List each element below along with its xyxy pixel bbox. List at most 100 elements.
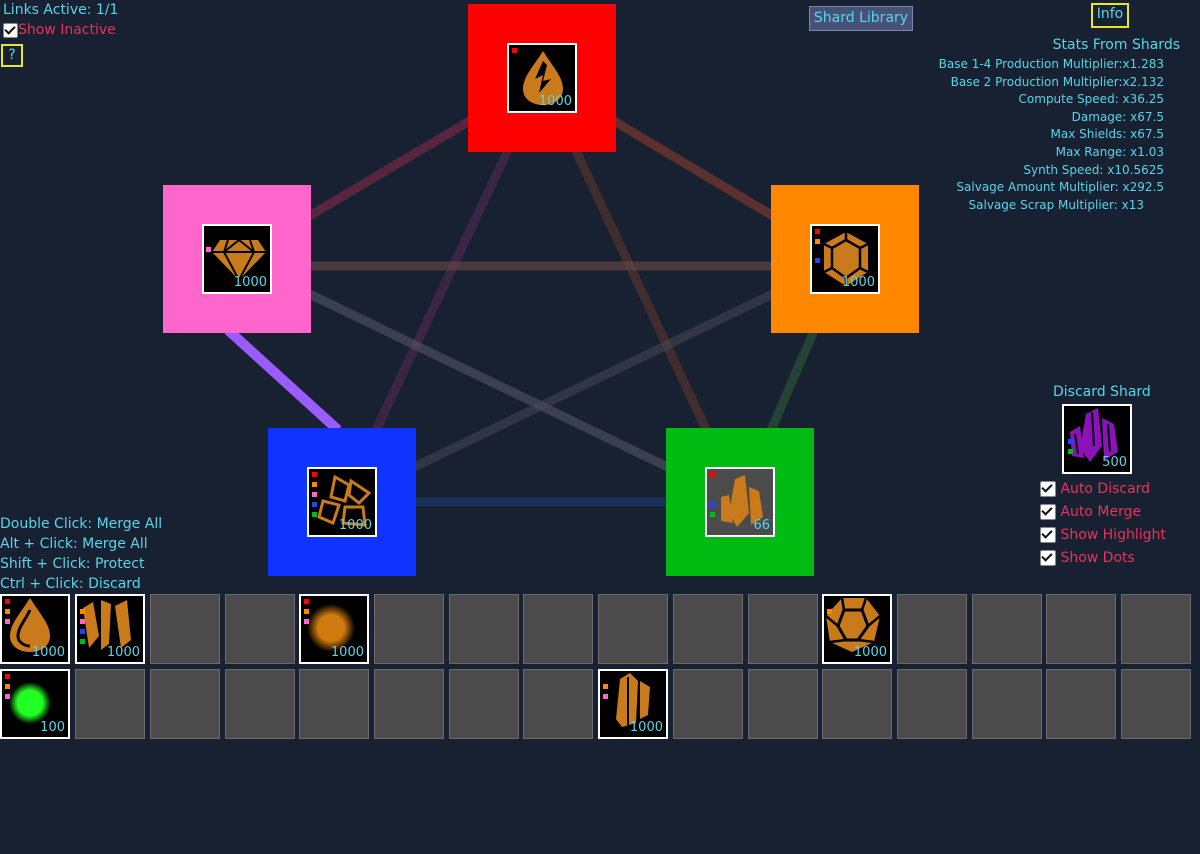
inventory-slot[interactable] bbox=[1046, 594, 1116, 664]
auto-discard-label: Auto Discard bbox=[1060, 481, 1151, 497]
node-orange-slot[interactable]: 1000 bbox=[810, 224, 880, 294]
show-dots-checkbox[interactable] bbox=[1040, 550, 1056, 566]
inventory-slot[interactable]: 1000 bbox=[75, 594, 145, 664]
indicator-dot bbox=[304, 609, 309, 614]
inventory-slot[interactable] bbox=[374, 594, 444, 664]
stat-row: Salvage Scrap Multiplier: x13 bbox=[968, 197, 1144, 212]
node-blue-slot[interactable]: 1000 bbox=[307, 467, 377, 537]
inventory-slot[interactable] bbox=[1121, 594, 1191, 664]
inventory-slot[interactable]: 1000 bbox=[299, 594, 369, 664]
links-active-label: Links Active: 1/1 bbox=[3, 2, 119, 18]
inventory-slot[interactable] bbox=[598, 594, 668, 664]
inventory-slot[interactable] bbox=[374, 669, 444, 739]
auto-discard-checkbox[interactable] bbox=[1040, 481, 1056, 497]
inventory-slot[interactable] bbox=[225, 594, 295, 664]
controls-help: Double Click: Merge All Alt + Click: Mer… bbox=[0, 514, 162, 594]
stat-row: Salvage Amount Multiplier: x292.5 bbox=[956, 180, 1164, 195]
control-hint: Shift + Click: Protect bbox=[0, 556, 145, 572]
show-dots-label: Show Dots bbox=[1060, 550, 1135, 566]
inventory-slot[interactable] bbox=[523, 594, 593, 664]
node-red-slot[interactable]: 1000 bbox=[507, 43, 577, 113]
indicator-dot bbox=[827, 609, 832, 614]
control-hint: Ctrl + Click: Discard bbox=[0, 576, 141, 592]
shard-quantity: 66 bbox=[753, 518, 770, 533]
indicator-dot bbox=[5, 684, 10, 689]
show-highlight-label: Show Highlight bbox=[1060, 527, 1166, 543]
stats-panel: Stats From Shards Base 1-4 Production Mu… bbox=[939, 36, 1180, 214]
shard-quantity: 1000 bbox=[629, 720, 663, 735]
node-green-slot[interactable]: 66 bbox=[705, 467, 775, 537]
shard-quantity: 1000 bbox=[841, 275, 875, 290]
show-inactive-checkbox[interactable] bbox=[3, 22, 18, 38]
auto-merge-label: Auto Merge bbox=[1060, 504, 1142, 520]
auto-merge-toggle[interactable]: Auto Merge bbox=[1040, 503, 1141, 521]
inventory-slot[interactable] bbox=[150, 669, 220, 739]
shard-quantity: 1000 bbox=[330, 645, 364, 660]
inventory-slot[interactable] bbox=[897, 594, 967, 664]
node-orange[interactable]: 1000 bbox=[771, 185, 919, 333]
info-button[interactable]: Info bbox=[1091, 3, 1129, 28]
inventory-slot[interactable] bbox=[748, 594, 818, 664]
indicator-dot bbox=[5, 674, 10, 679]
stat-row: Compute Speed: x36.25 bbox=[1018, 92, 1164, 107]
inventory-slot[interactable] bbox=[972, 669, 1042, 739]
inventory-slot[interactable] bbox=[225, 669, 295, 739]
discard-quantity: 500 bbox=[1102, 455, 1127, 470]
indicator-dot bbox=[603, 694, 608, 699]
inventory-slot[interactable]: 1000 bbox=[0, 594, 70, 664]
indicator-dot bbox=[1068, 449, 1073, 454]
show-dots-toggle[interactable]: Show Dots bbox=[1040, 549, 1135, 567]
inventory-slot[interactable] bbox=[972, 594, 1042, 664]
indicator-dot bbox=[603, 684, 608, 689]
show-highlight-toggle[interactable]: Show Highlight bbox=[1040, 526, 1166, 544]
node-blue[interactable]: 1000 bbox=[268, 428, 416, 576]
inventory-slot[interactable]: 1000 bbox=[822, 594, 892, 664]
stat-row: Synth Speed: x10.5625 bbox=[1023, 162, 1164, 177]
inventory-slot[interactable] bbox=[1121, 669, 1191, 739]
node-red[interactable]: 1000 bbox=[468, 4, 616, 152]
inventory-slot[interactable] bbox=[299, 669, 369, 739]
control-hint: Double Click: Merge All bbox=[0, 516, 163, 532]
show-inactive-label: Show Inactive bbox=[18, 22, 116, 38]
shard-quantity: 100 bbox=[40, 720, 65, 735]
shard-quantity: 1000 bbox=[853, 645, 887, 660]
help-button[interactable]: ? bbox=[1, 44, 23, 67]
inventory-slot[interactable] bbox=[449, 669, 519, 739]
indicator-dot bbox=[5, 609, 10, 614]
shard-library-button[interactable]: Shard Library bbox=[809, 6, 913, 31]
inventory-slot[interactable] bbox=[822, 669, 892, 739]
indicator-dot bbox=[304, 619, 309, 624]
show-inactive-toggle[interactable]: Show Inactive bbox=[3, 21, 116, 39]
stat-row: Base 1-4 Production Multiplier:x1.283 bbox=[938, 57, 1164, 71]
node-pink[interactable]: 1000 bbox=[163, 185, 311, 333]
shard-quantity: 1000 bbox=[31, 645, 65, 660]
node-green[interactable]: 66 bbox=[666, 428, 814, 576]
stat-row: Max Range: x1.03 bbox=[1055, 144, 1164, 159]
inventory-slot[interactable] bbox=[673, 594, 743, 664]
indicator-dot bbox=[304, 599, 309, 604]
discard-title: Discard Shard bbox=[1053, 384, 1151, 400]
indicator-dot bbox=[5, 599, 10, 604]
inventory-slot[interactable] bbox=[748, 669, 818, 739]
auto-discard-toggle[interactable]: Auto Discard bbox=[1040, 480, 1150, 498]
inventory-slot[interactable]: 100 bbox=[0, 669, 70, 739]
stat-row: Base 2 Production Multiplier:x2.132 bbox=[950, 74, 1164, 89]
indicator-dot bbox=[80, 619, 85, 624]
inventory-slot[interactable] bbox=[897, 669, 967, 739]
auto-merge-checkbox[interactable] bbox=[1040, 504, 1056, 520]
show-highlight-checkbox[interactable] bbox=[1040, 527, 1056, 543]
node-pink-slot[interactable]: 1000 bbox=[202, 224, 272, 294]
inventory-slot[interactable] bbox=[449, 594, 519, 664]
discard-slot[interactable]: 500 bbox=[1062, 404, 1132, 474]
inventory-slot[interactable] bbox=[75, 669, 145, 739]
inventory-slot[interactable] bbox=[1046, 669, 1116, 739]
stat-row: Damage: x67.5 bbox=[1071, 109, 1164, 124]
indicator-dot bbox=[5, 694, 10, 699]
indicator-dot bbox=[80, 639, 85, 644]
stats-title: Stats From Shards bbox=[1052, 37, 1180, 53]
inventory-slot[interactable]: 1000 bbox=[598, 669, 668, 739]
inventory-slot[interactable] bbox=[673, 669, 743, 739]
indicator-dot bbox=[80, 609, 85, 614]
inventory-slot[interactable] bbox=[523, 669, 593, 739]
inventory-slot[interactable] bbox=[150, 594, 220, 664]
